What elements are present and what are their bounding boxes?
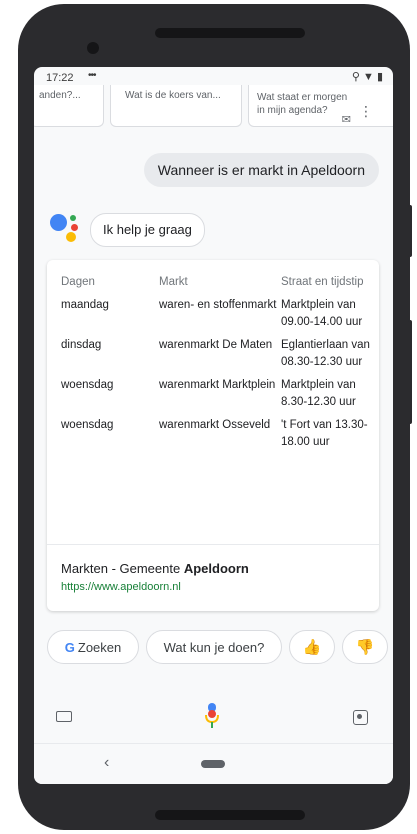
microphone-icon[interactable] (204, 702, 220, 730)
thumbs-up-icon: 👍 (302, 639, 322, 656)
what-can-you-do-label: Wat kun je doen? (163, 640, 265, 655)
user-query-bubble: Wanneer is er markt in Apeldoorn (143, 153, 379, 187)
lens-icon[interactable] (353, 710, 368, 725)
source-url-link[interactable]: https://www.apeldoorn.nl (61, 581, 181, 593)
source-title-bold: Apeldoorn (183, 561, 249, 576)
cell-location: Marktplein van 8.30-12.30 uur (281, 379, 356, 408)
status-bar: 17:22 ••• ⚲ ▼ ▮ (34, 67, 393, 87)
top-speaker (155, 28, 305, 38)
suggestion-chip-1[interactable]: anden?... (34, 85, 104, 127)
market-table: Dagen Markt Straat en tijdstip maandag w… (61, 274, 371, 457)
navigation-bar: ‹ (34, 743, 393, 784)
cell-market: warenmarkt Marktplein (159, 379, 276, 391)
back-icon[interactable]: ‹ (104, 754, 109, 772)
cell-location: 't Fort van 13.30-18.00 uur (281, 419, 368, 448)
search-chip-label: Zoeken (77, 640, 122, 655)
table-row: dinsdag warenmarkt De Maten Eglantierlaa… (61, 337, 371, 377)
power-button (408, 205, 412, 257)
source-title-prefix: Markten - Gemeente (61, 561, 184, 576)
header-markt: Markt (159, 276, 188, 288)
market-result-card[interactable]: Dagen Markt Straat en tijdstip maandag w… (47, 260, 379, 611)
cell-location: Marktplein van 09.00-14.00 uur (281, 299, 363, 328)
table-row: woensdag warenmarkt Osseveld 't Fort van… (61, 417, 371, 457)
volume-button (408, 320, 412, 424)
front-camera (87, 42, 99, 54)
google-g-icon: G (64, 640, 75, 655)
thumbs-down-chip[interactable]: 👎 (342, 630, 388, 664)
cell-day: dinsdag (61, 339, 102, 351)
bottom-speaker (155, 810, 305, 820)
search-chip[interactable]: G Zoeken (47, 630, 139, 664)
cell-day: woensdag (61, 379, 114, 391)
assistant-reply-bubble: Ik help je graag (90, 213, 205, 247)
thumbs-down-icon: 👎 (355, 639, 375, 656)
what-can-you-do-chip[interactable]: Wat kun je doen? (146, 630, 282, 664)
cell-day: maandag (61, 299, 109, 311)
cell-market: waren- en stoffenmarkt (159, 299, 277, 311)
cell-market: warenmarkt De Maten (159, 339, 273, 351)
cell-day: woensdag (61, 419, 114, 431)
suggestion-label: Wat is de koers van... (125, 90, 221, 101)
card-divider (47, 544, 379, 545)
suggestion-chip-2[interactable]: Wat is de koers van... (110, 85, 242, 127)
header-dagen: Dagen (61, 276, 95, 288)
screen: 17:22 ••• ⚲ ▼ ▮ anden?... Wat is de koer… (34, 67, 393, 784)
home-pill-icon[interactable] (201, 760, 225, 768)
google-assistant-logo-icon (48, 212, 82, 246)
source-title[interactable]: Markten - Gemeente Apeldoorn (61, 561, 249, 576)
suggestion-label: anden?... (39, 90, 81, 101)
cell-location: Eglantierlaan van 08.30-12.30 uur (281, 339, 370, 368)
more-vert-icon[interactable]: ⋮ (359, 103, 373, 120)
keyboard-icon[interactable] (56, 711, 72, 722)
suggestion-row: anden?... Wat is de koers van... Wat sta… (34, 85, 393, 129)
mail-icon: ✉ (341, 114, 351, 126)
status-icons: ⚲ ▼ ▮ (351, 71, 383, 83)
notification-dots: ••• (88, 70, 96, 81)
suggestion-label: Wat staat er morgen in mijn agenda? (257, 92, 348, 116)
status-time: 17:22 (46, 72, 74, 84)
table-row: woensdag warenmarkt Marktplein Marktplei… (61, 377, 371, 417)
table-row: maandag waren- en stoffenmarkt Marktplei… (61, 297, 371, 337)
header-straat: Straat en tijdstip (281, 276, 364, 288)
thumbs-up-chip[interactable]: 👍 (289, 630, 335, 664)
cell-market: warenmarkt Osseveld (159, 419, 271, 431)
assistant-input-bar (34, 687, 393, 747)
table-header-row: Dagen Markt Straat en tijdstip (61, 274, 371, 297)
